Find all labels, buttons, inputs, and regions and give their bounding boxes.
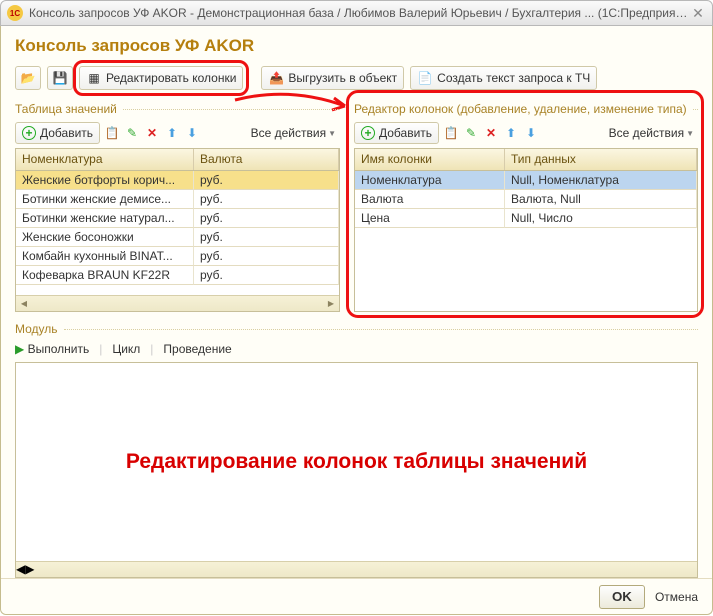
all-actions-label: Все действия xyxy=(609,126,684,140)
cell-data-type: Null, Номенклатура xyxy=(505,171,697,190)
cell-currency: руб. xyxy=(194,266,339,285)
delete-icon[interactable]: ✕ xyxy=(483,125,499,141)
run-through-button[interactable]: Проведение xyxy=(163,342,231,356)
export-icon: 📤 xyxy=(268,70,284,86)
plus-icon: + xyxy=(361,126,375,140)
cell-data-type: Валюта, Null xyxy=(505,190,697,209)
column-editor-panel: Редактор колонок (добавление, удаление, … xyxy=(354,102,698,312)
cell-nomenclature: Комбайн кухонный BINAT... xyxy=(16,247,194,266)
copy-icon[interactable]: 📋 xyxy=(443,125,459,141)
module-section-header: Модуль xyxy=(15,322,698,336)
ok-button[interactable]: OK xyxy=(599,585,645,609)
chevron-down-icon: ▼ xyxy=(328,129,336,138)
table-row[interactable]: Комбайн кухонный BINAT...руб. xyxy=(16,247,339,266)
module-toolbar: ▶ Выполнить | Цикл | Проведение xyxy=(15,342,698,356)
file-open-button[interactable]: 📂 xyxy=(15,66,41,90)
cancel-link[interactable]: Отмена xyxy=(655,590,698,604)
cell-nomenclature: Женские босоножки xyxy=(16,228,194,247)
main-toolbar: 📂 💾 ▦ Редактировать колонки 📤 Выгрузить … xyxy=(15,66,698,90)
add-row-button[interactable]: + Добавить xyxy=(15,122,100,144)
table-row[interactable]: Кофеварка BRAUN KF22Rруб. xyxy=(16,266,339,285)
copy-icon[interactable]: 📋 xyxy=(104,125,120,141)
cell-data-type: Null, Число xyxy=(505,209,697,228)
cell-currency: руб. xyxy=(194,209,339,228)
move-down-icon[interactable]: ⬇ xyxy=(523,125,539,141)
move-down-icon[interactable]: ⬇ xyxy=(184,125,200,141)
all-actions-label: Все действия xyxy=(251,126,326,140)
folder-icon: 📂 xyxy=(20,70,36,86)
cell-column-name: Валюта xyxy=(355,190,505,209)
edit-icon[interactable]: ✎ xyxy=(124,125,140,141)
values-table: Номенклатура Валюта Женские ботфорты кор… xyxy=(15,148,340,312)
add-row-label: Добавить xyxy=(40,126,93,140)
execute-button[interactable]: ▶ Выполнить xyxy=(15,342,89,356)
column-editor-header: Редактор колонок (добавление, удаление, … xyxy=(354,102,698,116)
add-column-label: Добавить xyxy=(379,126,432,140)
edit-columns-label: Редактировать колонки xyxy=(106,71,236,85)
table-row[interactable]: Женские босоножкируб. xyxy=(16,228,339,247)
cell-currency: руб. xyxy=(194,171,339,190)
cycle-button[interactable]: Цикл xyxy=(112,342,140,356)
values-table-header: Таблица значений xyxy=(15,102,340,116)
values-table-panel: Таблица значений + Добавить 📋 ✎ ✕ ⬆ ⬇ Все… xyxy=(15,102,340,312)
save-icon: 💾 xyxy=(52,70,68,86)
columns-table: Имя колонки Тип данных НоменклатураNull,… xyxy=(354,148,698,312)
play-icon: ▶ xyxy=(15,342,24,356)
cell-currency: руб. xyxy=(194,228,339,247)
col-header-nomenclature[interactable]: Номенклатура xyxy=(16,149,194,170)
app-icon: 1C xyxy=(7,5,23,21)
export-object-label: Выгрузить в объект xyxy=(288,71,397,85)
all-actions-dropdown[interactable]: Все действия▼ xyxy=(605,122,698,144)
execute-label: Выполнить xyxy=(28,342,90,356)
edit-icon[interactable]: ✎ xyxy=(463,125,479,141)
table-row[interactable]: Ботинки женские натурал...руб. xyxy=(16,209,339,228)
query-icon: 📄 xyxy=(417,70,433,86)
export-object-button[interactable]: 📤 Выгрузить в объект xyxy=(261,66,404,90)
create-query-label: Создать текст запроса к ТЧ xyxy=(437,71,590,85)
plus-icon: + xyxy=(22,126,36,140)
window-titlebar: 1C Консоль запросов УФ AKOR - Демонстрац… xyxy=(0,0,713,26)
col-header-name[interactable]: Имя колонки xyxy=(355,149,505,170)
col-header-type[interactable]: Тип данных xyxy=(505,149,697,170)
table-row[interactable]: ЦенаNull, Число xyxy=(355,209,697,228)
edit-columns-button[interactable]: ▦ Редактировать колонки xyxy=(79,66,243,90)
cell-nomenclature: Ботинки женские демисе... xyxy=(16,190,194,209)
h-scrollbar[interactable]: ◀▶ xyxy=(16,561,697,577)
cell-nomenclature: Женские ботфорты корич... xyxy=(16,171,194,190)
table-row[interactable]: Женские ботфорты корич...руб. xyxy=(16,171,339,190)
move-up-icon[interactable]: ⬆ xyxy=(164,125,180,141)
delete-icon[interactable]: ✕ xyxy=(144,125,160,141)
table-row[interactable]: ВалютаВалюта, Null xyxy=(355,190,697,209)
dialog-footer: OK Отмена xyxy=(1,578,712,614)
all-actions-dropdown[interactable]: Все действия▼ xyxy=(247,122,340,144)
window-title: Консоль запросов УФ AKOR - Демонстрацион… xyxy=(29,6,690,20)
table-row[interactable]: НоменклатураNull, Номенклатура xyxy=(355,171,697,190)
col-header-currency[interactable]: Валюта xyxy=(194,149,339,170)
cell-currency: руб. xyxy=(194,190,339,209)
save-button[interactable]: 💾 xyxy=(47,66,73,90)
cell-column-name: Номенклатура xyxy=(355,171,505,190)
cell-nomenclature: Ботинки женские натурал... xyxy=(16,209,194,228)
chevron-down-icon: ▼ xyxy=(686,129,694,138)
columns-icon: ▦ xyxy=(86,70,102,86)
cell-nomenclature: Кофеварка BRAUN KF22R xyxy=(16,266,194,285)
page-title: Консоль запросов УФ AKOR xyxy=(15,36,698,56)
add-column-button[interactable]: + Добавить xyxy=(354,122,439,144)
code-editor[interactable]: Редактирование колонок таблицы значений … xyxy=(15,362,698,578)
annotation-text: Редактирование колонок таблицы значений xyxy=(126,450,587,474)
create-query-button[interactable]: 📄 Создать текст запроса к ТЧ xyxy=(410,66,597,90)
close-icon[interactable]: ✕ xyxy=(690,5,706,21)
cell-column-name: Цена xyxy=(355,209,505,228)
h-scrollbar[interactable]: ◀▶ xyxy=(16,295,339,311)
move-up-icon[interactable]: ⬆ xyxy=(503,125,519,141)
cell-currency: руб. xyxy=(194,247,339,266)
table-row[interactable]: Ботинки женские демисе...руб. xyxy=(16,190,339,209)
